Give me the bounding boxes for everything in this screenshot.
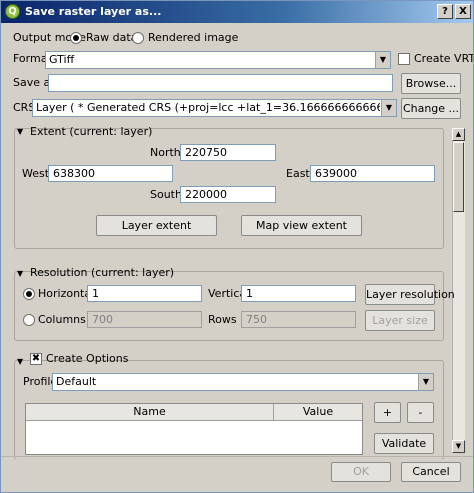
crs-combo[interactable]: Layer ( * Generated CRS (+proj=lcc +lat_… [32, 99, 397, 117]
footer-divider [1, 456, 473, 457]
horizontal-radio[interactable] [23, 288, 35, 300]
rows-input[interactable]: 750 [241, 311, 356, 328]
radio-dot [73, 35, 79, 41]
south-input[interactable]: 220000 [180, 186, 276, 203]
title-bar[interactable]: Q Save raster layer as... ? X [1, 1, 473, 23]
extent-title: Extent (current: layer) [30, 125, 153, 138]
collapse-triangle-icon[interactable]: ▼ [17, 357, 23, 367]
rendered-image-radio[interactable] [132, 32, 144, 44]
layer-extent-button[interactable]: Layer extent [96, 215, 217, 236]
collapse-triangle-icon[interactable]: ▼ [17, 269, 23, 279]
rendered-image-label[interactable]: Rendered image [148, 31, 238, 45]
raw-data-label[interactable]: Raw data [86, 31, 137, 45]
scroll-up-icon[interactable]: ▲ [452, 128, 465, 141]
window-title: Save raster layer as... [25, 5, 162, 18]
create-options-table[interactable]: Name Value [25, 403, 363, 455]
south-label: South [150, 188, 182, 201]
create-vrt-checkbox[interactable] [398, 53, 410, 65]
east-input[interactable]: 639000 [310, 165, 435, 182]
north-input[interactable]: 220750 [180, 144, 276, 161]
save-as-input[interactable] [48, 74, 393, 92]
vertical-input[interactable]: 1 [241, 285, 356, 302]
profile-value: Default [56, 375, 97, 388]
profile-combo[interactable]: Default ▼ [52, 373, 434, 391]
columns-label[interactable]: Columns [38, 313, 86, 327]
columns-radio[interactable] [23, 314, 35, 326]
north-label: North [150, 146, 181, 159]
layer-resolution-button[interactable]: Layer resolution [365, 284, 455, 305]
create-vrt-label[interactable]: Create VRT [414, 52, 473, 66]
format-value: GTiff [49, 53, 75, 66]
horizontal-label[interactable]: Horizontal [38, 287, 94, 301]
validate-button[interactable]: Validate [374, 433, 434, 454]
chevron-down-icon: ▼ [418, 374, 433, 390]
save-raster-dialog: Q Save raster layer as... ? X Output mod… [0, 0, 474, 493]
west-label: West [22, 167, 50, 180]
format-combo[interactable]: GTiff ▼ [45, 51, 391, 69]
change-crs-button[interactable]: Change ... [401, 98, 461, 119]
resolution-title: Resolution (current: layer) [30, 266, 175, 279]
scrollbar-thumb[interactable] [453, 142, 464, 212]
name-column-header[interactable]: Name [26, 404, 274, 421]
remove-option-button[interactable]: - [407, 402, 434, 423]
create-options-checkbox[interactable]: ✖ [30, 353, 42, 365]
crs-value: Layer ( * Generated CRS (+proj=lcc +lat_… [36, 101, 380, 114]
chevron-down-icon: ▼ [381, 100, 396, 116]
horizontal-input[interactable]: 1 [87, 285, 202, 302]
layer-size-button[interactable]: Layer size [365, 310, 435, 331]
collapse-triangle-icon[interactable]: ▼ [17, 127, 23, 137]
value-column-header[interactable]: Value [274, 404, 362, 421]
columns-input[interactable]: 700 [87, 311, 202, 328]
add-option-button[interactable]: + [374, 402, 401, 423]
map-view-extent-button[interactable]: Map view extent [241, 215, 362, 236]
create-options-title: Create Options [46, 352, 129, 365]
help-button[interactable]: ? [437, 4, 453, 19]
close-button[interactable]: X [455, 4, 471, 19]
west-input[interactable]: 638300 [48, 165, 173, 182]
cancel-button[interactable]: Cancel [401, 462, 461, 482]
rows-label: Rows [208, 313, 237, 326]
scroll-down-icon[interactable]: ▼ [452, 440, 465, 453]
east-label: East [286, 167, 310, 180]
browse-button[interactable]: Browse... [401, 73, 461, 94]
chevron-down-icon: ▼ [375, 52, 390, 68]
ok-button[interactable]: OK [331, 462, 391, 482]
raw-data-radio[interactable] [70, 32, 82, 44]
radio-dot [26, 291, 32, 297]
qgis-logo-icon: Q [5, 4, 20, 19]
